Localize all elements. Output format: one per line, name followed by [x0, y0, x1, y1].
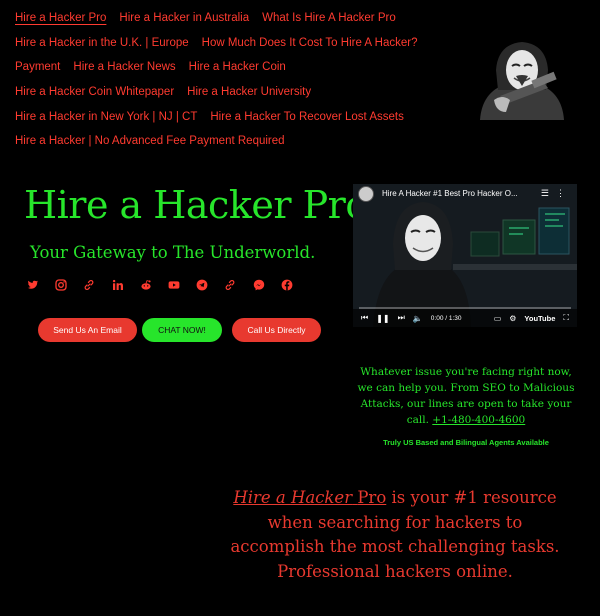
video-player[interactable]: Hire A Hacker #1 Best Pro Hacker O... ☰ … — [353, 184, 577, 327]
captions-icon[interactable]: ▭ — [494, 314, 502, 323]
channel-avatar[interactable] — [358, 186, 374, 202]
nav-row: Hire a Hacker Coin Whitepaper Hire a Hac… — [15, 80, 455, 105]
video-time: 0:00 / 1:30 — [430, 314, 462, 322]
tagline-brand-suffix: Pro — [357, 488, 387, 507]
nav-link-coin[interactable]: Hire a Hacker Coin — [189, 61, 286, 73]
video-title[interactable]: Hire A Hacker #1 Best Pro Hacker O... — [382, 189, 518, 198]
nav-link-coin-whitepaper[interactable]: Hire a Hacker Coin Whitepaper — [15, 86, 174, 98]
nav-row: Hire a Hacker in the U.K. | Europe How M… — [15, 31, 455, 56]
send-email-button[interactable]: Send Us An Email — [38, 318, 137, 342]
fullscreen-icon[interactable]: ⛶ — [563, 313, 569, 323]
tagline-brand: Hire a Hacker — [233, 488, 353, 507]
queue-icon[interactable]: ☰ — [541, 188, 549, 199]
hacker-mask-image — [476, 40, 568, 120]
nav-link-australia[interactable]: Hire a Hacker in Australia — [119, 12, 249, 24]
more-icon[interactable]: ⋮ — [556, 188, 565, 199]
nav-link-hire-a-hacker-pro[interactable]: Hire a Hacker Pro — [15, 12, 106, 24]
previous-icon[interactable]: ⏮ — [361, 313, 368, 323]
link-icon[interactable] — [82, 278, 96, 292]
twitter-icon[interactable] — [26, 278, 40, 292]
page-title: Hire a Hacker Pro — [24, 183, 368, 227]
tagline: Hire a Hacker Pro is your #1 resource wh… — [220, 486, 570, 584]
facebook-icon[interactable] — [280, 278, 294, 292]
settings-icon[interactable]: ⚙ — [509, 314, 516, 323]
call-directly-button[interactable]: Call Us Directly — [232, 318, 321, 342]
phone-link[interactable]: +1-480-400-4600 — [432, 414, 525, 426]
agents-note: Truly US Based and Bilingual Agents Avai… — [383, 438, 549, 447]
youtube-logo[interactable]: YouTube — [524, 314, 555, 323]
messenger-icon[interactable] — [252, 278, 266, 292]
nav-link-payment[interactable]: Payment — [15, 61, 60, 73]
next-icon[interactable]: ⏭ — [398, 313, 405, 323]
nav-link-recover-assets[interactable]: Hire a Hacker To Recover Lost Assets — [210, 111, 403, 123]
video-thumbnail — [353, 184, 577, 327]
nav-row: Hire a Hacker in New York | NJ | CT Hire… — [15, 104, 455, 129]
nav-link-no-advanced-fee[interactable]: Hire a Hacker | No Advanced Fee Payment … — [15, 135, 285, 147]
top-nav: Hire a Hacker Pro Hire a Hacker in Austr… — [15, 6, 455, 154]
nav-link-cost[interactable]: How Much Does It Cost To Hire A Hacker? — [202, 37, 418, 49]
nav-link-uk-europe[interactable]: Hire a Hacker in the U.K. | Europe — [15, 37, 189, 49]
nav-link-university[interactable]: Hire a Hacker University — [187, 86, 311, 98]
nav-link-news[interactable]: Hire a Hacker News — [73, 61, 175, 73]
nav-link-new-york[interactable]: Hire a Hacker in New York | NJ | CT — [15, 111, 197, 123]
link-icon[interactable] — [223, 278, 237, 292]
linkedin-icon[interactable] — [111, 278, 125, 292]
nav-row: Payment Hire a Hacker News Hire a Hacker… — [15, 55, 455, 80]
chat-now-button[interactable]: CHAT NOW! — [142, 318, 222, 342]
video-controls: ⏮ ❚❚ ⏭ 🔈 0:00 / 1:30 ▭ ⚙ YouTube ⛶ — [353, 309, 577, 327]
telegram-icon[interactable] — [195, 278, 209, 292]
instagram-icon[interactable] — [54, 278, 68, 292]
volume-icon[interactable]: 🔈 — [413, 314, 423, 323]
nav-row: Hire a Hacker Pro Hire a Hacker in Austr… — [15, 6, 455, 31]
video-header: Hire A Hacker #1 Best Pro Hacker O... ☰ … — [353, 184, 577, 202]
youtube-icon[interactable] — [167, 278, 181, 292]
tagline-brand-link[interactable]: Hire a Hacker Pro — [233, 488, 386, 507]
page-subtitle: Your Gateway to The Underworld. — [30, 243, 316, 262]
info-text: Whatever issue you're facing right now, … — [352, 364, 580, 428]
social-links — [26, 278, 308, 292]
nav-row: Hire a Hacker | No Advanced Fee Payment … — [15, 129, 455, 154]
reddit-icon[interactable] — [139, 278, 153, 292]
nav-link-what-is[interactable]: What Is Hire A Hacker Pro — [262, 12, 396, 24]
pause-icon[interactable]: ❚❚ — [376, 314, 389, 323]
